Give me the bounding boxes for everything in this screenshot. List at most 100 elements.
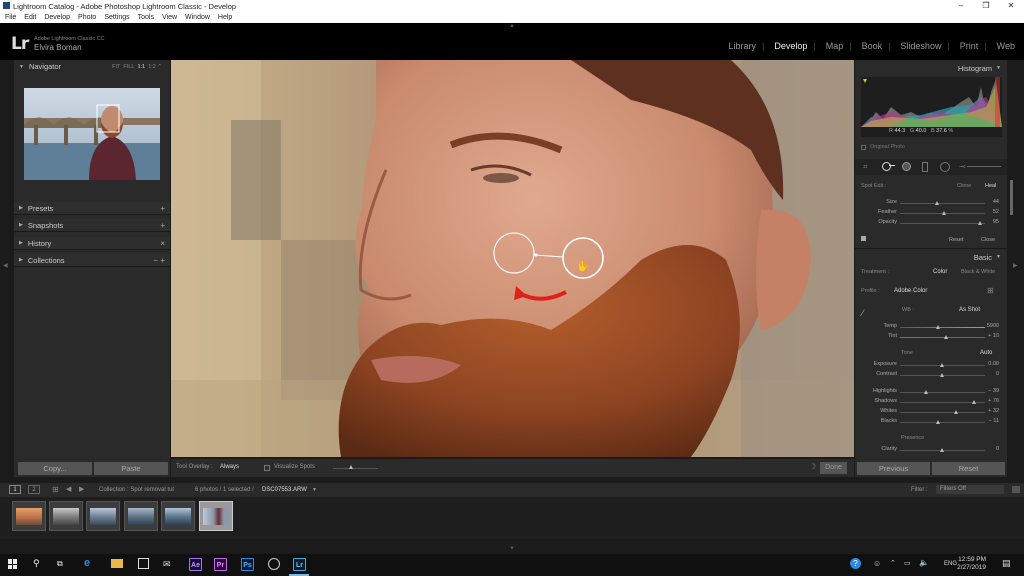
shadows-slider-knob[interactable]: [972, 400, 977, 404]
wb-select[interactable]: As Shot: [959, 307, 980, 313]
size-slider[interactable]: [900, 203, 985, 204]
temp-slider[interactable]: [900, 327, 985, 328]
temp-slider-row[interactable]: Temp 5900: [855, 323, 1007, 332]
blacks-value[interactable]: − 11: [989, 418, 999, 424]
module-develop[interactable]: Develop: [774, 41, 807, 51]
clarity-value[interactable]: 0: [996, 446, 999, 452]
grid-view-icon[interactable]: ⊞: [52, 485, 59, 494]
profile-browser-icon[interactable]: ⊞: [987, 286, 994, 295]
filmstrip-thumb[interactable]: [12, 501, 46, 531]
highlights-slider-row[interactable]: Highlights − 39: [855, 388, 1007, 397]
bottom-panel-toggle-icon[interactable]: ▼: [509, 546, 515, 552]
opacity-value[interactable]: 95: [993, 219, 999, 225]
zoom-menu-icon[interactable]: ⌃: [157, 64, 162, 70]
task-view-icon[interactable]: ⧉: [57, 559, 63, 569]
close-button[interactable]: ✕: [1000, 0, 1022, 12]
module-web[interactable]: Web: [997, 41, 1015, 51]
contrast-slider-row[interactable]: Contrast 0: [855, 371, 1007, 380]
browser-icon[interactable]: [268, 558, 280, 570]
highlights-slider-knob[interactable]: [923, 390, 928, 394]
navigator-preview[interactable]: [24, 88, 160, 180]
spot-removal-tool-icon[interactable]: [882, 162, 891, 171]
filename[interactable]: DSC07553.ARW: [262, 487, 307, 493]
feather-slider-row[interactable]: Feather 52: [855, 209, 1007, 218]
blacks-slider[interactable]: [900, 422, 985, 423]
add-snapshot-button[interactable]: +: [160, 221, 165, 230]
previous-button[interactable]: Previous: [857, 462, 930, 475]
left-panel-toggle-icon[interactable]: ◀: [3, 262, 8, 269]
chevron-up-icon[interactable]: ⌃: [890, 559, 896, 567]
collections-actions[interactable]: − +: [153, 256, 165, 265]
filename-dropdown-icon[interactable]: ▼: [312, 487, 317, 493]
menu-tools[interactable]: Tools: [138, 14, 154, 21]
navigator-header[interactable]: ▼ Navigator FIT FILL 1:1 1:2 ⌃: [14, 60, 170, 73]
notifications-icon[interactable]: ▤: [1002, 558, 1011, 569]
tint-value[interactable]: + 10: [988, 333, 999, 339]
exposure-slider-row[interactable]: Exposure 0.00: [855, 361, 1007, 370]
filter-lock-icon[interactable]: [1012, 486, 1020, 493]
highlights-slider[interactable]: [900, 392, 985, 393]
copy-button[interactable]: Copy...: [18, 462, 92, 475]
after-effects-icon[interactable]: Ae: [189, 558, 202, 571]
radial-filter-icon[interactable]: [940, 162, 950, 172]
premiere-icon[interactable]: Pr: [214, 558, 227, 571]
exposure-slider-knob[interactable]: [940, 363, 944, 367]
module-book[interactable]: Book: [862, 41, 883, 51]
filmstrip-thumb[interactable]: [161, 501, 195, 531]
menu-window[interactable]: Window: [185, 14, 210, 21]
menu-develop[interactable]: Develop: [44, 14, 70, 21]
right-panel-toggle-icon[interactable]: ▶: [1013, 262, 1018, 269]
module-slideshow[interactable]: Slideshow: [900, 41, 941, 51]
maximize-button[interactable]: ❐: [975, 0, 997, 12]
module-print[interactable]: Print: [960, 41, 979, 51]
original-photo-checkbox[interactable]: [861, 145, 866, 150]
lightroom-icon[interactable]: Lr: [293, 558, 306, 571]
back-arrow-icon[interactable]: ◀: [66, 485, 71, 493]
menu-settings[interactable]: Settings: [104, 14, 129, 21]
whites-value[interactable]: + 32: [988, 408, 999, 414]
opacity-slider[interactable]: [900, 223, 985, 224]
presets-header[interactable]: ▶ Presets +: [14, 202, 170, 215]
histogram-header[interactable]: Histogram ▼: [855, 62, 1007, 74]
minimize-button[interactable]: –: [950, 0, 972, 12]
histogram[interactable]: R 44.3 G 40.0 B 37.6 %: [861, 77, 1002, 137]
whites-slider[interactable]: [900, 412, 985, 413]
menu-file[interactable]: File: [5, 14, 16, 21]
spot-mask-icon[interactable]: [861, 236, 866, 241]
start-button-icon[interactable]: [8, 559, 18, 569]
highlights-value[interactable]: − 39: [988, 388, 999, 394]
treatment-color[interactable]: Color: [933, 269, 947, 275]
collections-header[interactable]: ▶ Collections − +: [14, 254, 170, 267]
edge-icon[interactable]: e: [84, 557, 90, 569]
tint-slider-knob[interactable]: [944, 335, 949, 339]
zoom-fill[interactable]: FILL: [123, 64, 134, 70]
module-library[interactable]: Library: [728, 41, 756, 51]
tool-overlay-select[interactable]: Always: [220, 464, 239, 470]
clarity-slider-knob[interactable]: [940, 448, 944, 452]
history-header[interactable]: ▶ History ×: [14, 237, 170, 250]
temp-slider-knob[interactable]: [935, 325, 940, 329]
auto-tone-button[interactable]: Auto: [980, 350, 992, 356]
whites-slider-row[interactable]: Whites + 32: [855, 408, 1007, 417]
temp-value[interactable]: 5900: [987, 323, 999, 329]
top-panel-toggle-icon[interactable]: ▲: [509, 23, 515, 29]
graduated-filter-icon[interactable]: [922, 162, 928, 172]
size-slider-row[interactable]: Size 44: [855, 199, 1007, 208]
file-explorer-icon[interactable]: [111, 559, 123, 568]
shadows-slider-row[interactable]: Shadows + 76: [855, 398, 1007, 407]
feather-value[interactable]: 52: [993, 209, 999, 215]
mail-icon[interactable]: ✉: [163, 559, 171, 570]
people-icon[interactable]: ☺: [873, 559, 881, 568]
clone-mode[interactable]: Clone: [957, 183, 971, 189]
zoom-1-1[interactable]: 1:1: [137, 64, 145, 70]
blacks-slider-knob[interactable]: [935, 420, 940, 424]
filmstrip-thumb[interactable]: [86, 501, 120, 531]
size-slider-knob[interactable]: [934, 201, 939, 205]
basic-header[interactable]: Basic ▼: [855, 251, 1007, 263]
main-window-button[interactable]: 1: [9, 485, 21, 494]
crop-tool-icon[interactable]: ⌗: [863, 162, 868, 172]
tint-slider-row[interactable]: Tint + 10: [855, 333, 1007, 342]
filmstrip-thumb[interactable]: [124, 501, 158, 531]
right-panel-scrollbar[interactable]: [1010, 180, 1013, 215]
tint-slider[interactable]: [900, 337, 985, 338]
